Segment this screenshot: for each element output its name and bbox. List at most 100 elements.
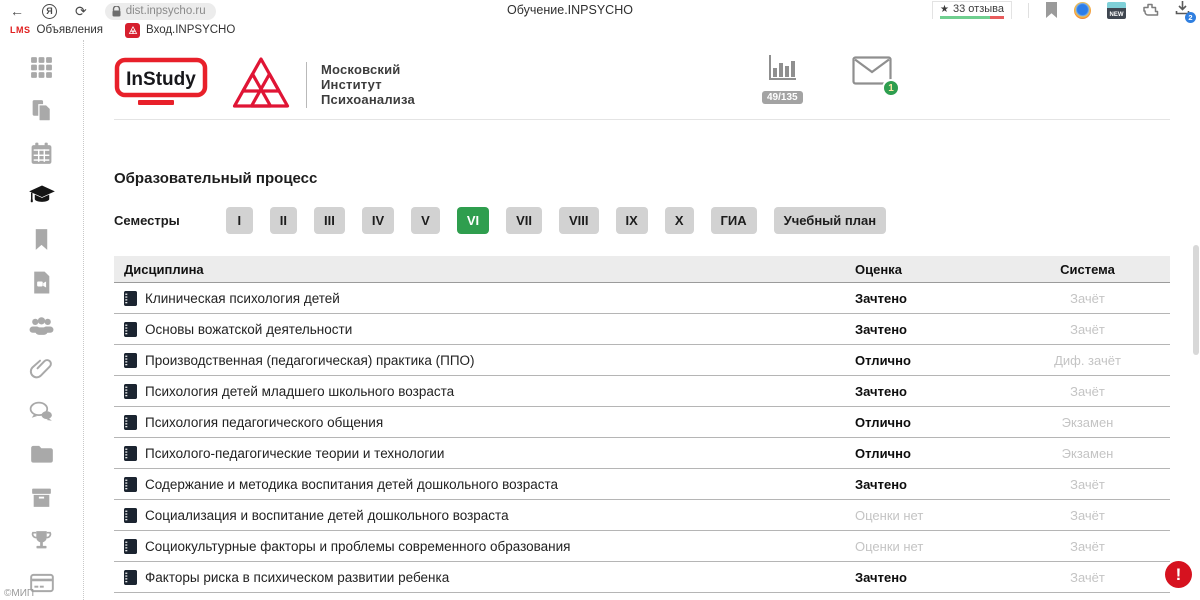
toolbar-separator: [1028, 3, 1029, 18]
semester-button-VI[interactable]: VI: [457, 207, 489, 234]
logo-divider: [306, 62, 307, 108]
semester-button-V[interactable]: V: [411, 207, 440, 234]
instudy-logo-text: InStudy: [126, 69, 196, 90]
graduation-cap-icon: [28, 183, 56, 209]
table-row[interactable]: Клиническая психология детейЗачтеноЗачёт: [114, 283, 1170, 314]
bookmark-icon: [29, 227, 54, 252]
column-system: Система: [1005, 262, 1170, 277]
sidebar-item-groups[interactable]: [29, 312, 55, 338]
instudy-logo[interactable]: InStudy: [114, 56, 210, 113]
discipline-name: Факторы риска в психическом развитии реб…: [145, 570, 449, 585]
downloads-icon[interactable]: 2: [1175, 0, 1190, 20]
semester-button-I[interactable]: I: [226, 207, 253, 234]
book-icon: [124, 477, 137, 492]
grade-value: Зачтено: [855, 291, 1005, 306]
grade-value: Оценки нет: [855, 539, 1005, 554]
column-discipline: Дисциплина: [114, 262, 855, 277]
alert-notification-icon[interactable]: !: [1165, 561, 1192, 588]
semester-button-X[interactable]: X: [665, 207, 694, 234]
bookmark-login[interactable]: Вход.INPSYCHO: [125, 23, 235, 38]
table-row[interactable]: Производственная (педагогическая) практи…: [114, 345, 1170, 376]
reviews-widget[interactable]: ★ 33 отзыва: [932, 1, 1012, 19]
table-row[interactable]: Факторы риска в психическом развитии реб…: [114, 562, 1170, 593]
sidebar-item-documents[interactable]: [29, 97, 55, 123]
book-icon: [124, 415, 137, 430]
table-row[interactable]: Психология детей младшего школьного возр…: [114, 376, 1170, 407]
copyright-label: ©МИП: [4, 588, 34, 599]
reviews-count: 33 отзыва: [953, 3, 1004, 15]
trophy-icon: [29, 528, 54, 553]
column-grade: Оценка: [855, 262, 1005, 277]
table-row[interactable]: Содержание и методика воспитания детей д…: [114, 469, 1170, 500]
scrollbar-thumb[interactable]: [1193, 245, 1199, 355]
archive-box-icon: [29, 485, 54, 510]
semester-button-II[interactable]: II: [270, 207, 297, 234]
table-row[interactable]: Социализация и воспитание детей дошкольн…: [114, 500, 1170, 531]
semester-button-VII[interactable]: VII: [506, 207, 542, 234]
bar-chart-icon: [765, 54, 799, 82]
table-row[interactable]: Психология педагогического общенияОтличн…: [114, 407, 1170, 438]
back-icon[interactable]: ←: [10, 4, 24, 18]
sidebar-item-files[interactable]: [29, 441, 55, 467]
institute-triangle-logo[interactable]: [232, 55, 290, 114]
new-extension-icon[interactable]: NEW: [1107, 2, 1126, 19]
sidebar-item-messages[interactable]: [29, 398, 55, 424]
grade-value: Оценки нет: [855, 508, 1005, 523]
mail-button[interactable]: 1: [852, 56, 892, 90]
sidebar-item-attachments[interactable]: [29, 355, 55, 381]
browser-extension-orb-icon[interactable]: [1074, 2, 1091, 19]
bookmark-flag-icon[interactable]: [1045, 2, 1058, 18]
grading-system: Зачёт: [1005, 539, 1170, 554]
extensions-icon[interactable]: [1142, 2, 1159, 19]
tab-title[interactable]: Обучение.INPSYCHO: [507, 3, 633, 17]
sidebar-item-education[interactable]: [29, 183, 55, 209]
discipline-name: Содержание и методика воспитания детей д…: [145, 477, 558, 492]
book-icon: [124, 384, 137, 399]
sidebar-item-bookmarks[interactable]: [29, 226, 55, 252]
semester-buttons: IIIIIIIVVVIVIIVIIIIXXГИАУчебный план: [226, 207, 886, 234]
table-row[interactable]: Основы вожатской деятельностиЗачтеноЗачё…: [114, 314, 1170, 345]
sidebar: ©МИП: [0, 40, 84, 600]
semester-button-IV[interactable]: IV: [362, 207, 394, 234]
sidebar-item-video-materials[interactable]: [29, 269, 55, 295]
scrollbar: [1192, 40, 1200, 600]
discipline-name: Клиническая психология детей: [145, 291, 340, 306]
grading-system: Диф. зачёт: [1005, 353, 1170, 368]
main-content: InStudy Московский Институт Психоанализа: [84, 40, 1200, 600]
calendar-icon: [29, 141, 54, 166]
discipline-name: Производственная (педагогическая) практи…: [145, 353, 475, 368]
reviews-rating-bar: [940, 16, 1004, 19]
bookmark-announcements[interactable]: LMS Объявления: [10, 24, 103, 36]
grading-system: Зачёт: [1005, 477, 1170, 492]
sidebar-item-calendar[interactable]: [29, 140, 55, 166]
table-header: Дисциплина Оценка Система: [114, 256, 1170, 283]
downloads-count-badge: 2: [1185, 12, 1196, 23]
mail-count-badge: 1: [882, 79, 900, 97]
sidebar-item-achievements[interactable]: [29, 527, 55, 553]
semester-button-Учебный план[interactable]: Учебный план: [774, 207, 886, 234]
grading-system: Зачёт: [1005, 384, 1170, 399]
progress-stats[interactable]: 49/135: [762, 54, 803, 105]
discipline-name: Социокультурные факторы и проблемы совре…: [145, 539, 570, 554]
grading-system: Экзамен: [1005, 446, 1170, 461]
address-bar[interactable]: dist.inpsycho.ru: [105, 3, 216, 20]
video-file-icon: [29, 270, 54, 295]
semester-button-IX[interactable]: IX: [616, 207, 648, 234]
book-icon: [124, 353, 137, 368]
yandex-icon[interactable]: Я: [42, 4, 57, 19]
table-body: Клиническая психология детей Зачтено Зачёт…: [114, 283, 1170, 593]
semesters-row: Семестры IIIIIIIVVVIVIIVIIIIXXГИАУчебный…: [114, 207, 1170, 234]
table-row[interactable]: Социокультурные факторы и проблемы совре…: [114, 531, 1170, 562]
table-row[interactable]: Психолого-педагогические теории и технол…: [114, 438, 1170, 469]
refresh-icon[interactable]: ⟳: [75, 4, 87, 18]
grading-system: Экзамен: [1005, 415, 1170, 430]
sidebar-item-apps-grid[interactable]: [29, 54, 55, 80]
lock-icon: [112, 6, 121, 17]
semesters-label: Семестры: [114, 213, 180, 228]
users-icon: [28, 313, 55, 338]
mip-logo-icon: [125, 23, 140, 38]
sidebar-item-archive[interactable]: [29, 484, 55, 510]
semester-button-III[interactable]: III: [314, 207, 345, 234]
semester-button-ГИА[interactable]: ГИА: [711, 207, 757, 234]
semester-button-VIII[interactable]: VIII: [559, 207, 599, 234]
